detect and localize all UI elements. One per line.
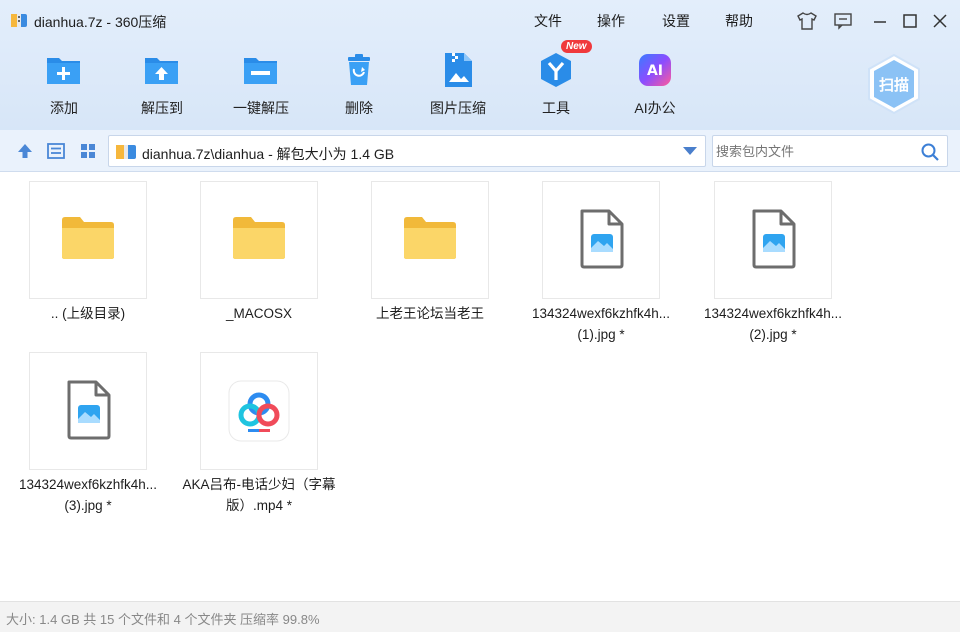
image-thumbnail (29, 352, 147, 470)
one-click-extract-icon (239, 48, 283, 92)
item-name: .. (上级目录) (50, 306, 126, 321)
scan-button[interactable]: 扫描 (862, 52, 926, 116)
image-compress-button[interactable]: 图片压缩 (418, 48, 498, 120)
add-label: 添加 (50, 100, 78, 116)
search-box[interactable] (712, 135, 948, 167)
search-icon[interactable] (920, 142, 940, 162)
search-input[interactable] (714, 137, 914, 165)
svg-text:AI: AI (647, 63, 663, 79)
delete-button[interactable]: 删除 (319, 48, 399, 120)
folder-thumbnail (29, 181, 147, 299)
scan-label: 扫描 (879, 76, 909, 94)
title-bar: dianhua.7z - 360压缩 文件 操作 设置 帮助 (0, 0, 960, 40)
item-name: 上老王论坛当老王 (376, 306, 484, 321)
address-dropdown-icon[interactable] (683, 147, 697, 155)
image-file-icon (752, 209, 796, 269)
address-path: dianhua.7z\dianhua - 解包大小为 1.4 GB (142, 146, 395, 162)
tools-label: 工具 (542, 100, 570, 116)
skin-shirt-icon[interactable] (796, 10, 818, 32)
folder-icon (62, 217, 114, 259)
maximize-icon[interactable] (899, 10, 921, 32)
folder-icon (404, 217, 456, 259)
folder-thumbnail (371, 181, 489, 299)
menu-file[interactable]: 文件 (534, 11, 562, 31)
ai-office-button[interactable]: AI AI办公 (615, 48, 695, 120)
item-name: 134324wexf6kzhfk4h... (2).jpg * (703, 306, 843, 342)
folder-thumbnail (200, 181, 318, 299)
one-click-extract-button[interactable]: 一键解压 (221, 48, 301, 120)
up-level-icon[interactable] (15, 141, 35, 161)
delete-label: 删除 (345, 100, 373, 116)
delete-icon (337, 48, 381, 92)
item-name: 134324wexf6kzhfk4h... (3).jpg * (18, 477, 158, 513)
list-item[interactable]: _MACOSX (179, 173, 339, 343)
video-player-icon (228, 380, 290, 442)
menu-help[interactable]: 帮助 (725, 11, 753, 31)
extract-to-label: 解压到 (141, 100, 183, 116)
menu-operate[interactable]: 操作 (597, 11, 625, 31)
archive-small-icon (116, 145, 136, 159)
one-click-extract-label: 一键解压 (233, 100, 289, 116)
list-item[interactable]: 134324wexf6kzhfk4h... (2).jpg * (693, 173, 853, 343)
video-thumbnail (200, 352, 318, 470)
grid-view-icon[interactable] (78, 141, 98, 161)
file-list: .. (上级目录) _MACOSX 上老王论坛当老王 134324wexf6kz… (0, 173, 960, 601)
add-icon (42, 48, 86, 92)
add-button[interactable]: 添加 (24, 48, 104, 120)
list-item[interactable]: 上老王论坛当老王 (350, 173, 510, 343)
ai-office-label: AI办公 (634, 100, 676, 116)
tools-button[interactable]: 工具 (516, 48, 596, 120)
folder-icon (233, 217, 285, 259)
image-file-icon (580, 209, 624, 269)
extract-to-icon (140, 48, 184, 92)
close-icon[interactable] (929, 10, 951, 32)
window-title: dianhua.7z - 360压缩 (34, 14, 167, 30)
list-item[interactable]: 134324wexf6kzhfk4h... (1).jpg * (521, 173, 681, 343)
feedback-icon[interactable] (832, 10, 854, 32)
image-compress-icon (436, 48, 480, 92)
image-thumbnail (714, 181, 832, 299)
item-name: AKA吕布-电话少妇（字幕版）.mp4 * (182, 477, 336, 513)
extract-to-button[interactable]: 解压到 (122, 48, 202, 120)
item-name: 134324wexf6kzhfk4h... (1).jpg * (531, 306, 671, 342)
app-window: dianhua.7z - 360压缩 文件 操作 设置 帮助 添加 解压到 一键… (0, 0, 960, 632)
archive-app-icon (11, 14, 27, 27)
new-badge: New (561, 40, 592, 53)
image-thumbnail (542, 181, 660, 299)
status-text: 大小: 1.4 GB 共 15 个文件和 4 个文件夹 压缩率 99.8% (6, 612, 320, 627)
tools-icon (534, 48, 578, 92)
minimize-icon[interactable] (869, 10, 891, 32)
list-item[interactable]: AKA吕布-电话少妇（字幕版）.mp4 * (179, 344, 339, 514)
header-area: dianhua.7z - 360压缩 文件 操作 设置 帮助 添加 解压到 一键… (0, 0, 960, 130)
menu-settings[interactable]: 设置 (662, 11, 690, 31)
list-item[interactable]: 134324wexf6kzhfk4h... (3).jpg * (8, 344, 168, 514)
list-view-icon[interactable] (46, 141, 66, 161)
status-bar: 大小: 1.4 GB 共 15 个文件和 4 个文件夹 压缩率 99.8% (0, 601, 960, 632)
image-file-icon (67, 380, 111, 440)
item-name: _MACOSX (225, 306, 293, 321)
list-item[interactable]: .. (上级目录) (8, 173, 168, 343)
address-bar[interactable]: dianhua.7z\dianhua - 解包大小为 1.4 GB (108, 135, 706, 167)
ai-office-icon: AI (633, 48, 677, 92)
image-compress-label: 图片压缩 (430, 100, 486, 116)
